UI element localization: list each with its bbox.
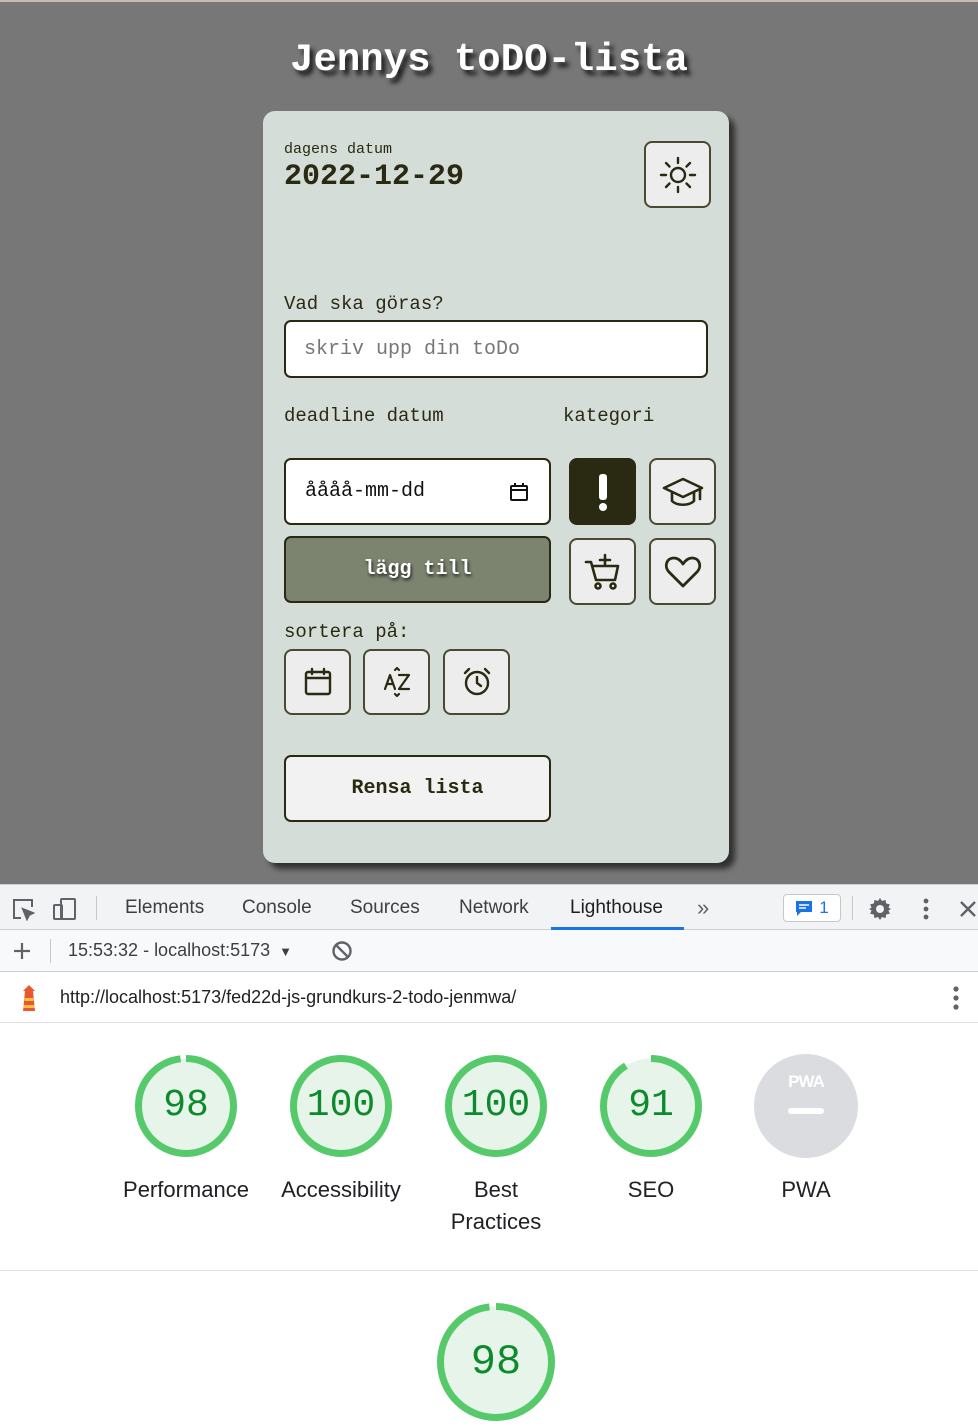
score-value: 100	[461, 1084, 531, 1127]
devtools-panel: Elements Console Sources Network Lightho…	[0, 884, 978, 1426]
score-accessibility[interactable]: 100 Accessibility	[261, 1054, 421, 1206]
new-report-icon[interactable]	[10, 939, 34, 963]
category-shopping-button[interactable]	[569, 538, 636, 605]
issues-count: 1	[819, 898, 829, 917]
lighthouse-toolbar: 15:53:32 - localhost:5173 ▼	[0, 930, 978, 972]
report-url: http://localhost:5173/fed22d-js-grundkur…	[60, 987, 517, 1007]
tab-elements[interactable]: Elements	[125, 885, 204, 930]
more-tabs-icon[interactable]: »	[697, 885, 709, 930]
section-divider	[0, 1270, 978, 1271]
score-label: SEO	[627, 1177, 675, 1202]
score-label: Accessibility	[281, 1177, 401, 1202]
tab-sources[interactable]: Sources	[350, 885, 420, 930]
app-title: Jennys toDO-lista	[290, 38, 688, 82]
report-select[interactable]: 15:53:32 - localhost:5173 ▼	[68, 940, 292, 961]
toolbar-divider	[50, 939, 51, 963]
report-select-value: 15:53:32 - localhost:5173	[68, 940, 271, 960]
sort-alphabetical-button[interactable]	[363, 649, 430, 715]
tab-console[interactable]: Console	[242, 885, 312, 930]
todo-label: Vad ska göras?	[284, 293, 444, 315]
category-favorite-button[interactable]	[649, 538, 716, 605]
theme-toggle-button[interactable]	[644, 141, 711, 208]
pwa-icon	[754, 1054, 858, 1158]
deadline-date-input[interactable]: åååå-mm-dd	[284, 458, 551, 525]
sort-az-icon	[383, 666, 410, 698]
score-label: Performance	[123, 1177, 249, 1202]
score-label: Best Practices	[450, 1177, 542, 1234]
alarm-clock-icon	[463, 667, 490, 696]
close-devtools-icon[interactable]	[956, 896, 978, 922]
more-options-icon[interactable]	[914, 896, 938, 922]
deadline-label: deadline datum	[284, 405, 444, 427]
todo-card: dagens datum 2022-12-29 Vad ska göras? s…	[263, 111, 729, 863]
toolbar-divider	[852, 896, 853, 920]
sort-by-deadline-button[interactable]	[443, 649, 510, 715]
report-url-row: http://localhost:5173/fed22d-js-grundkur…	[0, 973, 978, 1023]
category-school-button[interactable]	[649, 458, 716, 525]
pwa-badge: PWA	[754, 1054, 858, 1158]
todo-input[interactable]: skriv upp din toDo	[284, 320, 708, 378]
cart-plus-icon	[584, 553, 619, 590]
category-important-button[interactable]	[569, 458, 636, 525]
score-pwa[interactable]: PWA PWA	[726, 1054, 886, 1206]
current-date: 2022-12-29	[284, 160, 465, 194]
graduation-cap-icon	[662, 477, 703, 506]
score-gauge: 91	[599, 1054, 703, 1158]
lighthouse-logo-icon	[16, 984, 42, 1012]
score-value: 100	[306, 1084, 376, 1127]
score-value: 98	[470, 1338, 522, 1386]
clear-reports-icon[interactable]	[330, 939, 354, 963]
heart-icon	[664, 556, 701, 587]
performance-score-gauge: 98	[436, 1302, 556, 1422]
report-menu-icon[interactable]	[944, 985, 968, 1011]
date-input-value: åååå-mm-dd	[305, 480, 426, 503]
devtools-tabbar: Elements Console Sources Network Lightho…	[0, 884, 978, 930]
chevron-down-icon: ▼	[279, 944, 293, 959]
todo-input-placeholder: skriv upp din toDo	[304, 337, 521, 361]
exclamation-icon	[598, 473, 607, 511]
calendar-icon	[304, 667, 331, 696]
sun-icon	[659, 156, 696, 193]
score-gauge: 100	[444, 1054, 548, 1158]
inspect-element-icon[interactable]	[10, 896, 36, 922]
score-value: 98	[163, 1084, 209, 1127]
clear-list-button[interactable]: Rensa lista	[284, 755, 551, 822]
app-viewport: Jennys toDO-lista dagens datum 2022-12-2…	[0, 0, 978, 884]
tab-lighthouse[interactable]: Lighthouse	[551, 885, 684, 930]
score-gauge: 98	[134, 1054, 238, 1158]
message-icon	[796, 901, 813, 916]
score-seo[interactable]: 91 SEO	[571, 1054, 731, 1206]
category-label: kategori	[563, 405, 655, 427]
sort-label: sortera på:	[284, 621, 410, 643]
settings-gear-icon[interactable]	[867, 896, 893, 922]
tab-network[interactable]: Network	[459, 885, 529, 930]
score-gauge: 100	[289, 1054, 393, 1158]
issues-button[interactable]: 1	[783, 894, 841, 922]
toolbar-divider	[96, 896, 97, 920]
pwa-badge-text: PWA	[788, 1072, 825, 1091]
add-todo-button[interactable]: lägg till	[284, 536, 551, 603]
date-caption: dagens datum	[284, 141, 393, 158]
score-performance[interactable]: 98 Performance	[106, 1054, 266, 1206]
score-best-practices[interactable]: 100 Best Practices	[416, 1054, 576, 1238]
score-label: PWA	[781, 1177, 831, 1202]
calendar-picker-icon[interactable]	[509, 482, 529, 502]
device-toolbar-icon[interactable]	[52, 896, 78, 922]
sort-by-date-button[interactable]	[284, 649, 351, 715]
score-value: 91	[628, 1084, 674, 1127]
